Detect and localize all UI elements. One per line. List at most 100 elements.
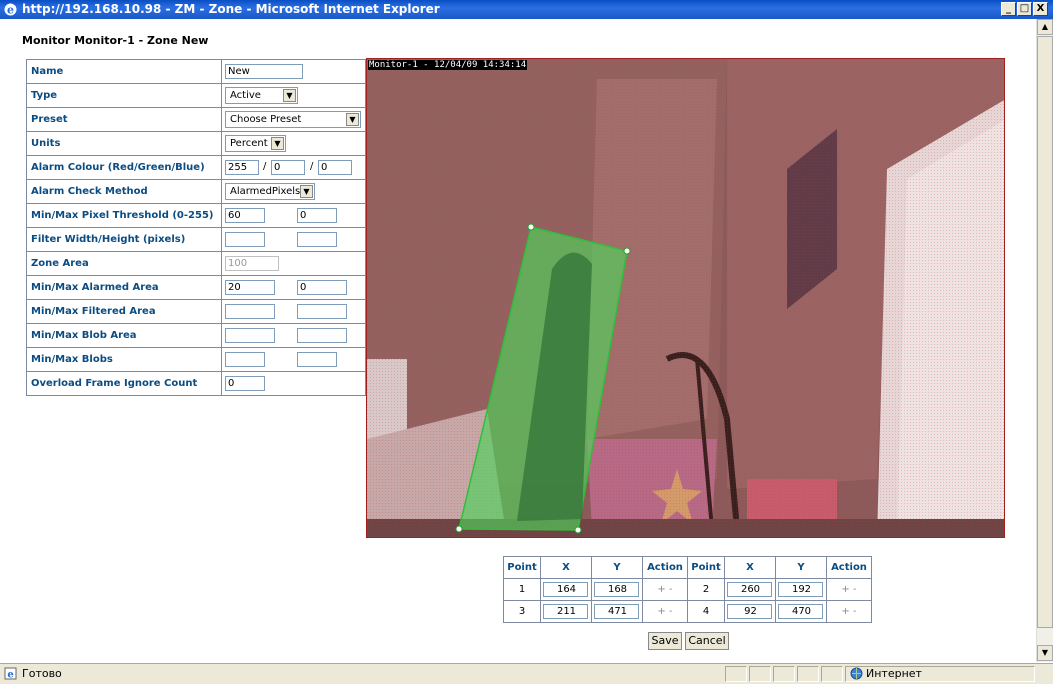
units-label: Units xyxy=(26,131,222,156)
internet-explorer-icon: e xyxy=(4,3,17,17)
table-row: 3 211 471 + - 4 92 470 + - xyxy=(503,600,872,623)
close-button[interactable]: X xyxy=(1033,2,1048,16)
type-select-value: Active xyxy=(230,90,261,101)
pixel-threshold-label: Min/Max Pixel Threshold (0-255) xyxy=(26,203,222,228)
blobs-min-input[interactable] xyxy=(225,352,265,367)
pixel-max-input[interactable]: 0 xyxy=(297,208,337,223)
status-panel xyxy=(821,666,843,682)
status-panel xyxy=(773,666,795,682)
overload-input[interactable]: 0 xyxy=(225,376,265,391)
zone-point-handle[interactable] xyxy=(527,223,535,231)
zone-point-handle[interactable] xyxy=(623,247,631,255)
filtered-area-label: Min/Max Filtered Area xyxy=(26,299,222,324)
row-check-method: Alarm Check Method AlarmedPixels ▼ xyxy=(26,179,366,204)
maximize-button[interactable]: □ xyxy=(1017,2,1032,16)
separator: / xyxy=(310,161,314,172)
filtered-max-input[interactable] xyxy=(297,304,347,319)
units-select-value: Percent xyxy=(230,138,268,149)
alarmed-min-input[interactable]: 20 xyxy=(225,280,275,295)
security-zone-text: Интернет xyxy=(866,667,922,680)
chevron-down-icon: ▼ xyxy=(271,137,284,150)
minimize-button[interactable]: _ xyxy=(1001,2,1016,16)
units-select[interactable]: Percent ▼ xyxy=(225,135,286,152)
point-action-links[interactable]: + - xyxy=(826,578,872,601)
globe-icon xyxy=(850,667,863,680)
scroll-up-icon[interactable]: ▲ xyxy=(1037,19,1053,35)
point-y-input[interactable]: 168 xyxy=(594,582,639,597)
camera-scene xyxy=(367,59,1004,537)
zone-point-handle[interactable] xyxy=(574,526,582,534)
svg-text:e: e xyxy=(7,4,14,17)
blob-area-label: Min/Max Blob Area xyxy=(26,323,222,348)
save-button[interactable]: Save xyxy=(648,632,682,650)
point-y-input[interactable]: 471 xyxy=(594,604,639,619)
row-zone-area: Zone Area 100 xyxy=(26,251,366,276)
filtered-min-input[interactable] xyxy=(225,304,275,319)
row-blobs: Min/Max Blobs xyxy=(26,347,366,372)
chevron-down-icon: ▼ xyxy=(300,185,313,198)
row-filter: Filter Width/Height (pixels) xyxy=(26,227,366,252)
separator: / xyxy=(263,161,267,172)
blob-area-min-input[interactable] xyxy=(225,328,275,343)
table-row: 1 164 168 + - 2 260 192 + - xyxy=(503,578,872,601)
name-label: Name xyxy=(26,59,222,84)
overload-label: Overload Frame Ignore Count xyxy=(26,371,222,396)
point-action-links[interactable]: + - xyxy=(826,600,872,623)
zone-point-handle[interactable] xyxy=(455,525,463,533)
column-header: Point xyxy=(687,556,725,579)
scroll-thumb[interactable] xyxy=(1037,36,1053,628)
vertical-scrollbar[interactable]: ▲ ▼ xyxy=(1036,19,1053,662)
point-number: 4 xyxy=(687,600,725,623)
row-filtered-area: Min/Max Filtered Area xyxy=(26,299,366,324)
blobs-max-input[interactable] xyxy=(297,352,337,367)
column-header: Action xyxy=(826,556,872,579)
status-panel xyxy=(797,666,819,682)
name-input[interactable]: New xyxy=(225,64,303,79)
alarm-red-input[interactable]: 255 xyxy=(225,160,259,175)
filter-height-input[interactable] xyxy=(297,232,337,247)
row-alarmed-area: Min/Max Alarmed Area 20 0 xyxy=(26,275,366,300)
page-done-icon: e xyxy=(4,667,17,680)
preset-label: Preset xyxy=(26,107,222,132)
zone-settings-table: Name New Type Active ▼ Preset Choose Pres… xyxy=(26,59,366,396)
camera-image[interactable]: Monitor-1 - 12/04/09 14:34:14 xyxy=(366,58,1005,538)
row-overload: Overload Frame Ignore Count 0 xyxy=(26,371,366,396)
point-number: 1 xyxy=(503,578,541,601)
scroll-down-icon[interactable]: ▼ xyxy=(1037,645,1053,661)
filter-width-input[interactable] xyxy=(225,232,265,247)
point-action-links[interactable]: + - xyxy=(642,578,688,601)
column-header: Action xyxy=(642,556,688,579)
preset-select[interactable]: Choose Preset ▼ xyxy=(225,111,361,128)
zone-area-label: Zone Area xyxy=(26,251,222,276)
zone-area-input: 100 xyxy=(225,256,279,271)
column-header: Point xyxy=(503,556,541,579)
alarm-blue-input[interactable]: 0 xyxy=(318,160,352,175)
blob-area-max-input[interactable] xyxy=(297,328,347,343)
page-title: Monitor Monitor-1 - Zone New xyxy=(22,34,209,47)
column-header: Y xyxy=(591,556,643,579)
check-method-label: Alarm Check Method xyxy=(26,179,222,204)
point-y-input[interactable]: 470 xyxy=(778,604,823,619)
point-action-links[interactable]: + - xyxy=(642,600,688,623)
row-units: Units Percent ▼ xyxy=(26,131,366,156)
row-blob-area: Min/Max Blob Area xyxy=(26,323,366,348)
chevron-down-icon: ▼ xyxy=(283,89,296,102)
check-method-select[interactable]: AlarmedPixels ▼ xyxy=(225,183,315,200)
type-select[interactable]: Active ▼ xyxy=(225,87,298,104)
point-x-input[interactable]: 211 xyxy=(543,604,588,619)
status-text: Готово xyxy=(22,667,62,680)
point-x-input[interactable]: 92 xyxy=(727,604,772,619)
cancel-button[interactable]: Cancel xyxy=(685,632,729,650)
alarmed-max-input[interactable]: 0 xyxy=(297,280,347,295)
column-header: X xyxy=(540,556,592,579)
points-header-row: Point X Y Action Point X Y Action xyxy=(503,556,872,579)
point-x-input[interactable]: 260 xyxy=(727,582,772,597)
row-pixel-threshold: Min/Max Pixel Threshold (0-255) 60 0 xyxy=(26,203,366,228)
pixel-min-input[interactable]: 60 xyxy=(225,208,265,223)
status-panel xyxy=(725,666,747,682)
alarm-green-input[interactable]: 0 xyxy=(271,160,305,175)
point-x-input[interactable]: 164 xyxy=(543,582,588,597)
point-number: 2 xyxy=(687,578,725,601)
row-type: Type Active ▼ xyxy=(26,83,366,108)
point-y-input[interactable]: 192 xyxy=(778,582,823,597)
